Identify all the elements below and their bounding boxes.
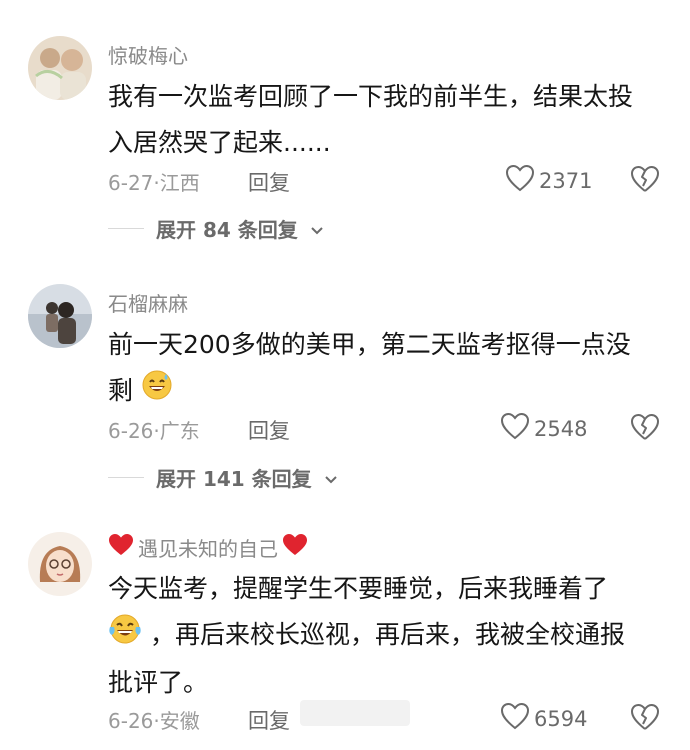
username-text[interactable]: 石榴麻麻 (108, 288, 188, 317)
username[interactable]: 石榴麻麻 (108, 288, 188, 317)
username-text[interactable]: 遇见未知的自己 (138, 533, 278, 562)
comment-line-text: ，再后来校长巡视，再后来，我被全校通报 (149, 620, 625, 649)
expand-replies-button[interactable]: 展开 84 条回复 (108, 214, 324, 243)
avatar[interactable] (28, 36, 92, 100)
watermark-overlay (300, 700, 410, 726)
reply-button[interactable]: 回复 (248, 167, 290, 197)
crying-laughing-emoji (108, 613, 142, 660)
divider (108, 477, 144, 478)
like-count: 2371 (539, 168, 593, 193)
comment-line: 前一天200多做的美甲，第二天监考抠得一点没 (108, 330, 631, 359)
heart-outline-icon (500, 412, 530, 445)
chevron-down-icon (324, 466, 338, 490)
reply-button[interactable]: 回复 (248, 705, 290, 735)
username[interactable]: 惊破梅心 (108, 40, 188, 69)
date-location: 6-27·江西 (108, 171, 200, 195)
expand-replies-label: 展开 84 条回复 (156, 218, 298, 242)
sweat-smile-emoji (141, 369, 173, 416)
comment-line: 入居然哭了起来...... (108, 128, 331, 157)
expand-replies-button[interactable]: 展开 141 条回复 (108, 463, 338, 492)
comment-line: ，再后来校长巡视，再后来，我被全校通报 (108, 612, 668, 660)
avatar[interactable] (28, 532, 92, 596)
expand-replies-label: 展开 141 条回复 (156, 467, 312, 491)
like-count: 2548 (534, 416, 588, 441)
heart-outline-icon (505, 164, 535, 197)
reply-button[interactable]: 回复 (248, 415, 290, 445)
comment-text: 今天监考，提醒学生不要睡觉，后来我睡着了 ，再后来校长巡视，再后来，我被全校通报… (108, 566, 668, 706)
broken-heart-icon[interactable] (630, 412, 660, 442)
broken-heart-icon[interactable] (630, 164, 660, 194)
avatar[interactable] (28, 284, 92, 348)
date-location: 6-26·广东 (108, 419, 200, 443)
heart-outline-icon (500, 702, 530, 735)
comment-line: 我有一次监考回顾了一下我的前半生，结果太投 (108, 82, 634, 111)
comment-line: 批评了。 (108, 667, 209, 697)
comment-line: 剩 (108, 368, 668, 416)
comment-line-text: 剩 (108, 376, 134, 405)
username-text[interactable]: 惊破梅心 (108, 40, 188, 69)
like-button[interactable]: 6594 (500, 702, 587, 735)
like-button[interactable]: 2371 (505, 164, 592, 197)
like-count: 6594 (534, 706, 588, 731)
chevron-down-icon (310, 217, 324, 241)
red-heart-icon (282, 533, 308, 562)
comment-line: 今天监考，提醒学生不要睡觉，后来我睡着了 (108, 574, 609, 603)
broken-heart-icon[interactable] (630, 702, 660, 732)
comment-text: 我有一次监考回顾了一下我的前半生，结果太投 入居然哭了起来...... (108, 74, 668, 166)
like-button[interactable]: 2548 (500, 412, 587, 445)
comment-text: 前一天200多做的美甲，第二天监考抠得一点没 剩 (108, 322, 668, 416)
date-location: 6-26·安徽 (108, 709, 200, 733)
username[interactable]: 遇见未知的自己 (108, 533, 308, 562)
red-heart-icon (108, 533, 134, 562)
divider (108, 228, 144, 229)
